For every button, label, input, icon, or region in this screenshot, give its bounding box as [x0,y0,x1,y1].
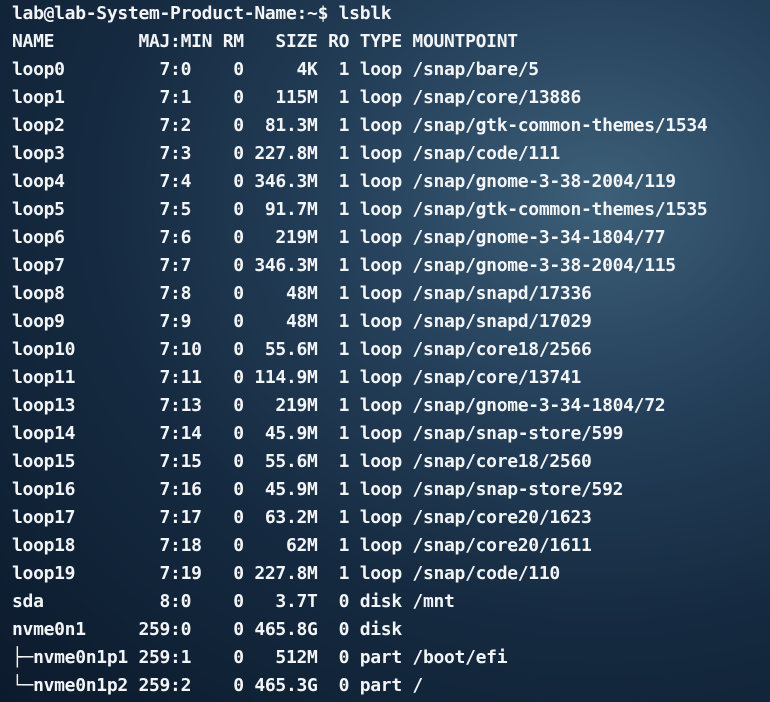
lsblk-row: loop17 7:17 0 63.2M 1 loop /snap/core20/… [12,507,592,528]
lsblk-row: loop4 7:4 0 346.3M 1 loop /snap/gnome-3-… [12,171,676,192]
lsblk-row: loop6 7:6 0 219M 1 loop /snap/gnome-3-34… [12,227,666,248]
lsblk-row: loop1 7:1 0 115M 1 loop /snap/core/13886 [12,87,581,108]
lsblk-row: sda 8:0 0 3.7T 0 disk /mnt [12,591,455,612]
lsblk-row: loop0 7:0 0 4K 1 loop /snap/bare/5 [12,59,539,80]
command-prompt: lab@lab-System-Product-Name:~$ lsblk [12,3,392,24]
lsblk-row: loop7 7:7 0 346.3M 1 loop /snap/gnome-3-… [12,255,676,276]
lsblk-row: nvme0n1 259:0 0 465.8G 0 disk [12,619,402,640]
lsblk-row: loop10 7:10 0 55.6M 1 loop /snap/core18/… [12,339,592,360]
lsblk-row: loop8 7:8 0 48M 1 loop /snap/snapd/17336 [12,283,592,304]
lsblk-row: loop13 7:13 0 219M 1 loop /snap/gnome-3-… [12,395,666,416]
lsblk-row: loop18 7:18 0 62M 1 loop /snap/core20/16… [12,535,592,556]
terminal-output[interactable]: lab@lab-System-Product-Name:~$ lsblk NAM… [12,0,762,702]
lsblk-row: loop2 7:2 0 81.3M 1 loop /snap/gtk-commo… [12,115,708,136]
lsblk-header: NAME MAJ:MIN RM SIZE RO TYPE MOUNTPOINT [12,31,518,52]
lsblk-row: loop16 7:16 0 45.9M 1 loop /snap/snap-st… [12,479,624,500]
lsblk-row: loop9 7:9 0 48M 1 loop /snap/snapd/17029 [12,311,592,332]
lsblk-row: loop11 7:11 0 114.9M 1 loop /snap/core/1… [12,367,581,388]
lsblk-row: loop3 7:3 0 227.8M 1 loop /snap/code/111 [12,143,560,164]
lsblk-row: loop5 7:5 0 91.7M 1 loop /snap/gtk-commo… [12,199,708,220]
lsblk-row: loop14 7:14 0 45.9M 1 loop /snap/snap-st… [12,423,624,444]
lsblk-row: loop19 7:19 0 227.8M 1 loop /snap/code/1… [12,563,560,584]
lsblk-row: ├─nvme0n1p1 259:1 0 512M 0 part /boot/ef… [12,647,508,668]
lsblk-row: loop15 7:15 0 55.6M 1 loop /snap/core18/… [12,451,592,472]
lsblk-row: └─nvme0n1p2 259:2 0 465.3G 0 part / [12,675,423,696]
